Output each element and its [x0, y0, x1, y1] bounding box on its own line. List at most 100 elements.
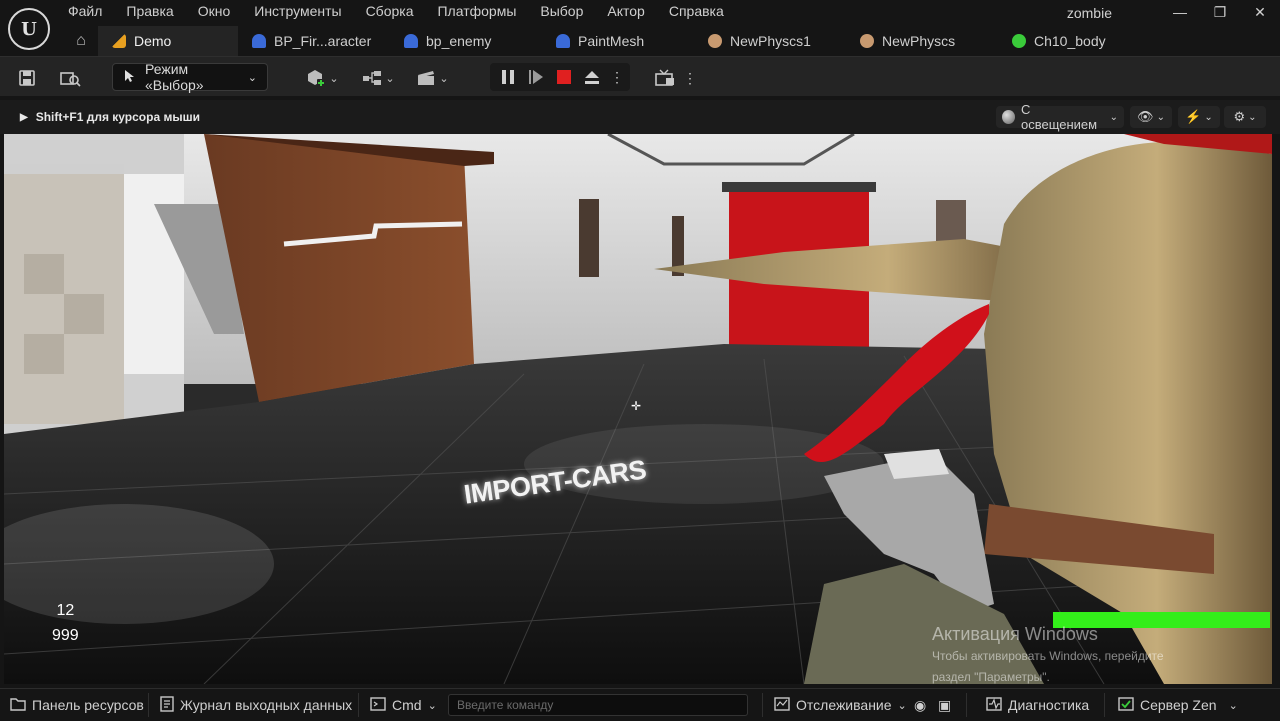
menu-tools[interactable]: Инструменты [254, 3, 341, 21]
mode-selector[interactable]: Режим «Выбор» ⌄ [112, 61, 268, 93]
diagnostics-label: Диагностика [1008, 697, 1090, 713]
tab-label: Demo [134, 33, 172, 49]
divider [966, 693, 967, 717]
chevron-down-icon: ⌄ [1228, 699, 1238, 712]
ammo-counter: 12 999 [52, 598, 79, 648]
screenshot-icon[interactable]: ▣ [938, 689, 951, 721]
eject-icon[interactable] [580, 64, 604, 90]
zen-server-icon [1118, 696, 1134, 714]
viewport-hint: ▶ Shift+F1 для курсора мыши [20, 110, 200, 124]
view-mode-button[interactable]: С освещением ⌄ [996, 102, 1124, 132]
document-tabs: ⌂ Demo BP_Fir...aracter bp_enemy PaintMe… [64, 26, 1138, 56]
divider [762, 693, 763, 717]
viewport-header: ▶ Shift+F1 для курсора мыши С освещением… [0, 100, 1280, 134]
tab-label: BP_Fir...aracter [274, 33, 372, 49]
mode-label: Режим «Выбор» [145, 61, 204, 93]
divider [148, 693, 149, 717]
eye-icon: 👁 [1137, 109, 1154, 124]
record-icon[interactable]: ◉ [914, 689, 926, 721]
folder-icon [10, 697, 26, 714]
cursor-icon [123, 69, 137, 86]
tab-demo[interactable]: Demo [98, 26, 238, 56]
tab-newphyscs1[interactable]: NewPhyscs1 [694, 26, 846, 56]
save-icon[interactable] [14, 65, 40, 91]
console-command-input[interactable] [448, 694, 748, 716]
trace-label: Отслеживание [796, 697, 892, 713]
level-icon [112, 34, 126, 48]
blueprints-button[interactable]: ⌄ [358, 65, 398, 91]
more-options-icon[interactable]: ⋮ [610, 64, 624, 90]
output-log-label: Журнал выходных данных [180, 697, 353, 713]
content-drawer-label: Панель ресурсов [32, 697, 144, 713]
menu-window[interactable]: Окно [198, 3, 231, 21]
zen-server-button[interactable]: Сервер Zen ⌄ [1118, 689, 1238, 721]
menu-bar: Файл Правка Окно Инструменты Сборка Плат… [68, 3, 724, 21]
ammo-clip: 12 [56, 602, 75, 619]
gear-icon: ⚙ [1233, 109, 1246, 124]
menu-edit[interactable]: Правка [126, 3, 173, 21]
chevron-down-icon: ⌄ [329, 72, 339, 85]
chevron-down-icon: ⌄ [897, 699, 907, 712]
tab-bp-firstpersoncharacter[interactable]: BP_Fir...aracter [238, 26, 390, 56]
menu-help[interactable]: Справка [669, 3, 724, 21]
chevron-down-icon: ⌄ [1109, 111, 1118, 123]
content-drawer-button[interactable]: Панель ресурсов [10, 689, 144, 721]
menu-select[interactable]: Выбор [540, 3, 583, 21]
chevron-down-icon: ⌄ [1248, 111, 1257, 123]
status-bar: Панель ресурсов Журнал выходных данных C… [0, 688, 1280, 720]
watermark-line-1: Чтобы активировать Windows, перейдите [932, 649, 1164, 663]
performance-button[interactable]: ⚡ ⌄ [1178, 106, 1220, 128]
trace-icon [774, 696, 790, 714]
watermark-line-2: раздел "Параметры". [932, 670, 1050, 684]
menu-actor[interactable]: Актор [607, 3, 644, 21]
more-options-icon[interactable]: ⋮ [682, 65, 698, 91]
title-bar: U Файл Правка Окно Инструменты Сборка Пл… [0, 0, 1280, 56]
chevron-down-icon: ⌄ [385, 72, 395, 85]
diagnostics-button[interactable]: Диагностика [986, 689, 1089, 721]
chevron-down-icon: ⌄ [1156, 111, 1165, 123]
diagnostics-icon [986, 696, 1002, 714]
tab-label: bp_enemy [426, 33, 492, 49]
windows-activation-watermark: Активация Windows Чтобы активировать Win… [932, 624, 1164, 684]
show-flags-button[interactable]: 👁 ⌄ [1130, 106, 1172, 128]
unreal-logo-icon[interactable]: U [8, 8, 50, 50]
log-icon [160, 695, 174, 715]
menu-file[interactable]: Файл [68, 3, 102, 21]
close-button[interactable]: ✕ [1240, 0, 1280, 24]
zen-server-label: Сервер Zen [1140, 697, 1217, 713]
ammo-total: 999 [52, 627, 79, 644]
skeletal-mesh-icon [1012, 34, 1026, 48]
add-actor-button[interactable]: ⌄ [302, 65, 342, 91]
cinematics-button[interactable]: ⌄ [412, 65, 452, 91]
menu-build[interactable]: Сборка [366, 3, 414, 21]
window-controls: — ❐ ✕ [1160, 0, 1280, 24]
menu-platforms[interactable]: Платформы [437, 3, 516, 21]
home-icon[interactable]: ⌂ [64, 26, 98, 56]
tab-bp-enemy[interactable]: bp_enemy [390, 26, 542, 56]
platforms-icon[interactable] [650, 65, 680, 91]
pause-icon[interactable] [496, 64, 520, 90]
console-icon [370, 696, 386, 714]
blueprint-icon [556, 34, 570, 48]
chevron-down-icon: ⌄ [439, 72, 449, 85]
physics-asset-icon [708, 34, 722, 48]
tab-label: NewPhyscs [882, 33, 956, 49]
play-controls: ⋮ [490, 63, 630, 91]
cmd-label: Cmd [392, 697, 422, 713]
tab-newphyscs[interactable]: NewPhyscs [846, 26, 998, 56]
tab-ch10-body[interactable]: Ch10_body [998, 26, 1138, 56]
main-toolbar: Режим «Выбор» ⌄ ⌄ ⌄ ⌄ ⋮ ⋮ [0, 56, 1280, 96]
view-mode-label: С освещением [1020, 102, 1098, 132]
content-browser-icon[interactable] [56, 65, 84, 91]
maximize-button[interactable]: ❐ [1200, 0, 1240, 24]
trace-button[interactable]: Отслеживание ⌄ [774, 689, 907, 721]
game-viewport[interactable]: IMPORT-CARS ✛ 12 999 Активация Windows Ч… [4, 134, 1272, 684]
viewport-settings-button[interactable]: ⚙ ⌄ [1224, 106, 1266, 128]
frame-skip-icon[interactable] [524, 64, 548, 90]
tab-paintmesh[interactable]: PaintMesh [542, 26, 694, 56]
chevron-down-icon: ⌄ [1204, 111, 1213, 123]
output-log-button[interactable]: Журнал выходных данных [160, 689, 352, 721]
cmd-selector[interactable]: Cmd ⌄ [370, 689, 437, 721]
stop-icon[interactable] [552, 64, 576, 90]
minimize-button[interactable]: — [1160, 0, 1200, 24]
